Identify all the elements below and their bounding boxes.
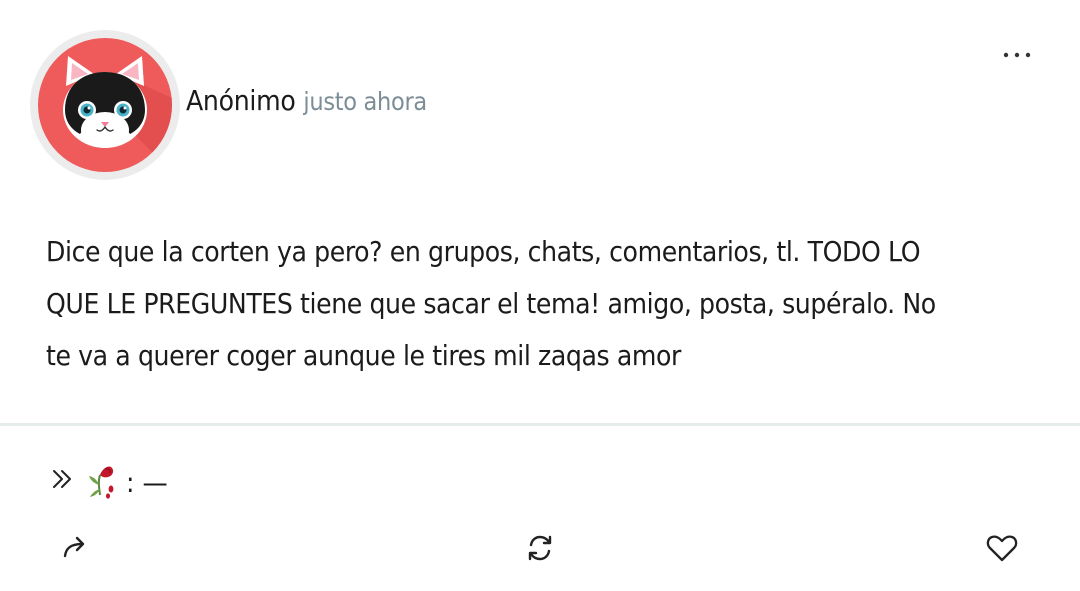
- post-body-line: te va a querer coger aunque le tires mil…: [46, 339, 681, 372]
- wilted-rose-icon: [84, 459, 118, 506]
- post-body: Dice que la corten ya pero? en grupos, c…: [46, 226, 1036, 382]
- cat-face-icon: [38, 38, 172, 172]
- post-body-line: QUE LE PREGUNTES tiene que sacar el tema…: [46, 287, 936, 320]
- reply-line: : —: [50, 462, 168, 502]
- refresh-icon: [528, 535, 552, 561]
- post-body-line: Dice que la corten ya pero? en grupos, c…: [46, 235, 921, 268]
- heart-icon: [986, 535, 1018, 562]
- author-name[interactable]: Anónimo: [186, 84, 296, 117]
- post-author: Anónimo justo ahora: [186, 84, 427, 117]
- refresh-button[interactable]: [522, 530, 558, 566]
- share-arrow-icon: [63, 536, 85, 558]
- more-horizontal-icon[interactable]: [998, 40, 1038, 70]
- like-button[interactable]: [984, 530, 1020, 566]
- post-timestamp: justo ahora: [303, 87, 427, 116]
- reply-separator: : —: [126, 465, 168, 499]
- avatar[interactable]: [30, 30, 180, 180]
- divider: [0, 423, 1080, 426]
- double-chevron-right-icon: [50, 466, 76, 499]
- share-button[interactable]: [60, 530, 96, 566]
